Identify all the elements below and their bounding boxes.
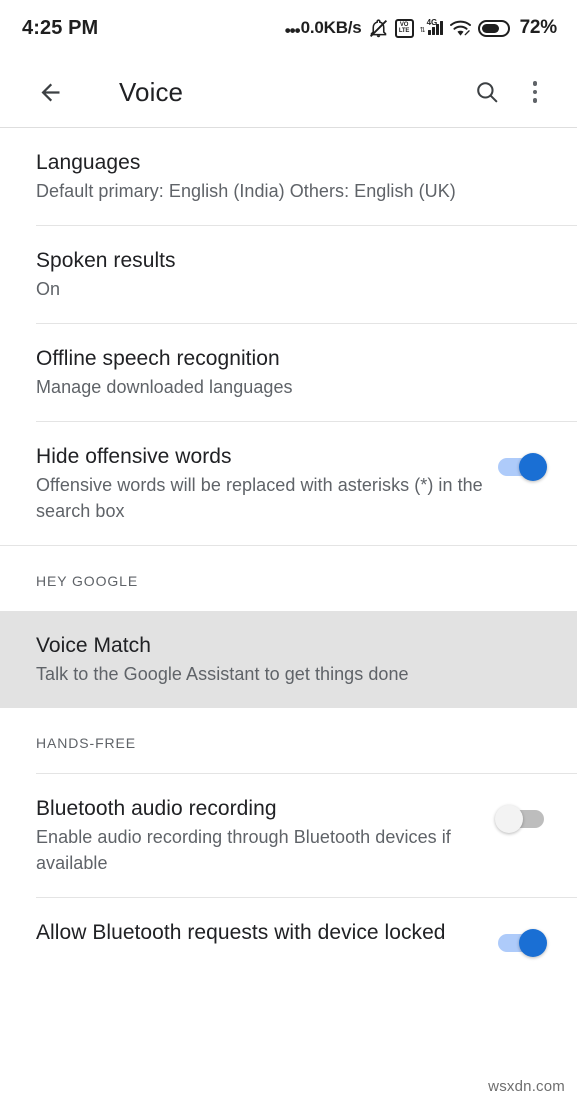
- volte-icon: VO LTE: [394, 18, 414, 38]
- status-bar: 4:25 PM ••• 0.0KB/s VO LTE 4G ⇅ 72%: [0, 0, 577, 56]
- toggle-bluetooth-audio-recording[interactable]: [495, 801, 549, 837]
- row-subtitle: Enable audio recording through Bluetooth…: [36, 827, 451, 873]
- setting-row-offline-speech-recognition[interactable]: Offline speech recognition Manage downlo…: [0, 324, 577, 421]
- signal-bars-icon: 4G ⇅: [419, 18, 443, 35]
- setting-row-allow-bluetooth-requests-with-device-locked[interactable]: Allow Bluetooth requests with device loc…: [0, 898, 577, 982]
- row-text: Hide offensive words Offensive words wil…: [36, 443, 495, 524]
- three-dots-icon: •••: [284, 20, 301, 40]
- volte-bottom-label: LTE: [398, 28, 410, 34]
- row-subtitle: On: [36, 279, 61, 299]
- status-icons-group: ••• 0.0KB/s VO LTE 4G ⇅ 72%: [285, 17, 557, 39]
- row-title: Bluetooth audio recording: [36, 797, 277, 820]
- page-title: Voice: [119, 76, 184, 107]
- toggle-hide-offensive-words[interactable]: [495, 449, 549, 485]
- row-text: Spoken results On: [36, 247, 549, 302]
- watermark: wsxdn.com: [488, 1078, 565, 1095]
- setting-row-voice-match[interactable]: Voice Match Talk to the Google Assistant…: [0, 611, 577, 708]
- setting-row-bluetooth-audio-recording[interactable]: Bluetooth audio recording Enable audio r…: [0, 774, 577, 897]
- silent-bell-icon: [368, 18, 389, 39]
- search-icon[interactable]: [463, 68, 511, 116]
- row-text: Languages Default primary: English (Indi…: [36, 149, 549, 204]
- row-text: Voice Match Talk to the Google Assistant…: [36, 632, 549, 687]
- section-header-hands-free: HANDS-FREE: [0, 708, 577, 773]
- row-text: Allow Bluetooth requests with device loc…: [36, 919, 495, 946]
- row-subtitle: Manage downloaded languages: [36, 377, 293, 397]
- section-header-hey-google: HEY GOOGLE: [0, 546, 577, 611]
- battery-icon: [477, 19, 510, 37]
- back-arrow-icon[interactable]: [26, 68, 74, 116]
- wifi-icon: [449, 19, 472, 38]
- row-title: Languages: [36, 151, 141, 174]
- battery-percent-label: 72%: [519, 17, 558, 38]
- overflow-menu-icon[interactable]: [511, 68, 559, 116]
- setting-row-languages[interactable]: Languages Default primary: English (Indi…: [0, 128, 577, 225]
- row-title: Spoken results: [36, 249, 176, 272]
- row-text: Bluetooth audio recording Enable audio r…: [36, 795, 495, 876]
- network-speed-value: 0.0KB/s: [300, 18, 362, 37]
- settings-list: Languages Default primary: English (Indi…: [0, 128, 577, 982]
- row-title: Voice Match: [36, 634, 151, 657]
- app-bar: Voice: [0, 56, 577, 128]
- row-subtitle: Offensive words will be replaced with as…: [36, 475, 483, 521]
- row-text: Offline speech recognition Manage downlo…: [36, 345, 549, 400]
- data-arrows-icon: ⇅: [419, 27, 426, 34]
- row-title: Offline speech recognition: [36, 347, 280, 370]
- toggle-allow-bluetooth-requests[interactable]: [495, 925, 549, 961]
- network-type-label: 4G: [426, 18, 438, 27]
- row-title: Hide offensive words: [36, 445, 232, 468]
- status-clock: 4:25 PM: [22, 16, 99, 39]
- row-subtitle: Talk to the Google Assistant to get thin…: [36, 664, 409, 684]
- setting-row-spoken-results[interactable]: Spoken results On: [0, 226, 577, 323]
- row-subtitle: Default primary: English (India) Others:…: [36, 181, 456, 201]
- row-title: Allow Bluetooth requests with device loc…: [36, 921, 446, 944]
- network-speed-indicator: ••• 0.0KB/s: [284, 18, 362, 40]
- voice-settings-screen: 4:25 PM ••• 0.0KB/s VO LTE 4G ⇅ 72% Voic…: [0, 0, 577, 1101]
- setting-row-hide-offensive-words[interactable]: Hide offensive words Offensive words wil…: [0, 422, 577, 545]
